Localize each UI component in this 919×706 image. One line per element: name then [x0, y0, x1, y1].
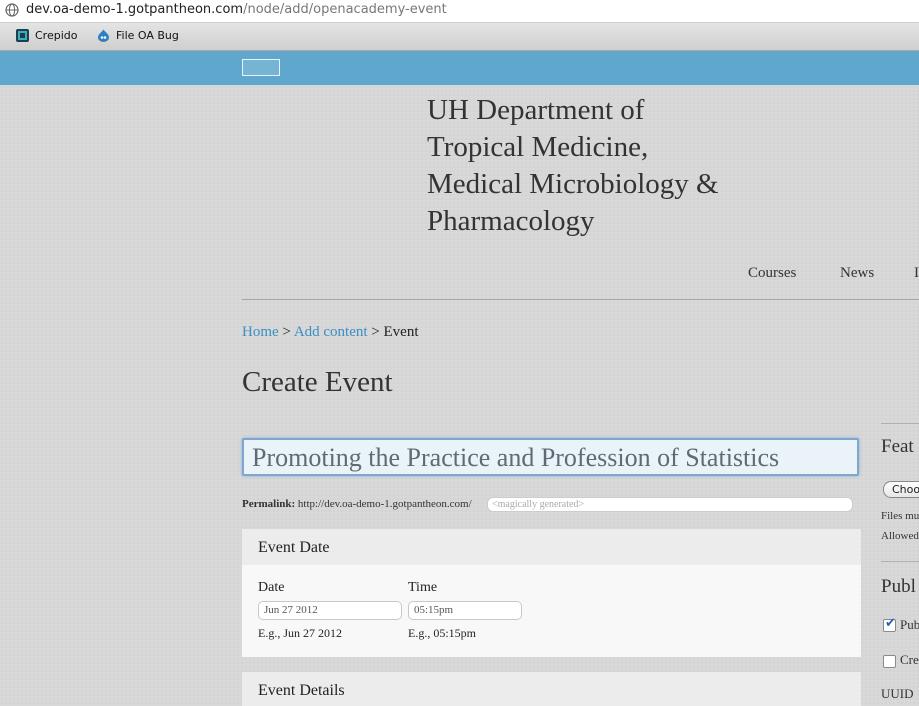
- allowed-note: Allowed: [881, 530, 919, 542]
- published-label: Pub: [900, 617, 919, 632]
- nav-item-news[interactable]: News: [840, 265, 874, 282]
- address-bar[interactable]: dev.oa-demo-1.gotpantheon.com/node/add/o…: [0, 0, 919, 23]
- date-hint: E.g., Jun 27 2012: [258, 626, 342, 640]
- page-title: Create Event: [242, 366, 393, 398]
- published-checkbox[interactable]: ✔: [883, 616, 896, 632]
- publish-heading: Publ: [881, 576, 916, 597]
- search-input[interactable]: [242, 59, 280, 76]
- event-details-panel: Event Details: [242, 672, 861, 706]
- time-input[interactable]: 05:15pm: [408, 601, 522, 620]
- bookmarks-bar: Crepido File OA Bug: [0, 23, 919, 51]
- bookmark-label: File OA Bug: [116, 29, 179, 42]
- choose-file-button[interactable]: Choo: [883, 481, 919, 498]
- site-name[interactable]: UH Department of Tropical Medicine, Medi…: [427, 92, 727, 240]
- crepido-icon: [16, 29, 29, 42]
- sidebar-divider: [881, 423, 919, 424]
- time-label: Time: [408, 580, 438, 595]
- url-path: /node/add/openacademy-event: [243, 2, 447, 17]
- drupal-icon: [97, 29, 110, 42]
- sidebar-divider: [881, 561, 919, 562]
- date-input[interactable]: Jun 27 2012: [258, 601, 402, 620]
- title-input[interactable]: Promoting the Practice and Profession of…: [242, 438, 859, 476]
- breadcrumb-current: Event: [383, 324, 419, 340]
- permalink-base: http://dev.oa-demo-1.gotpantheon.com/: [297, 498, 472, 510]
- top-bar: [0, 51, 919, 85]
- bookmark-label: Crepido: [35, 29, 78, 42]
- breadcrumb-home-link[interactable]: Home: [242, 324, 279, 340]
- time-hint: E.g., 05:15pm: [408, 626, 476, 640]
- uuid-label: UUID: [881, 686, 914, 701]
- bookmark-crepido[interactable]: Crepido: [16, 29, 77, 42]
- bookmark-file-oa-bug[interactable]: File OA Bug: [97, 29, 179, 42]
- files-note: Files mu: [881, 510, 919, 522]
- breadcrumb-separator: >: [367, 324, 384, 340]
- breadcrumb-add-content-link[interactable]: Add content: [294, 324, 368, 340]
- path-alias-input[interactable]: <magically generated>: [487, 497, 853, 512]
- panel-heading: Event Details: [242, 672, 861, 706]
- header-divider: [242, 299, 919, 300]
- breadcrumb: Home > Add content > Event: [242, 324, 419, 341]
- permalink: Permalink: http://dev.oa-demo-1.gotpanth…: [242, 498, 472, 510]
- checkmark-icon: ✔: [885, 616, 896, 631]
- nav-item-more[interactable]: I: [914, 265, 919, 282]
- permalink-label: Permalink:: [242, 498, 296, 510]
- breadcrumb-separator: >: [278, 324, 294, 340]
- featured-image-heading: Feat: [881, 436, 914, 457]
- date-label: Date: [258, 580, 285, 595]
- url-text[interactable]: dev.oa-demo-1.gotpantheon.com/node/add/o…: [26, 2, 447, 17]
- globe-icon: [5, 3, 19, 17]
- panel-heading: Event Date: [242, 529, 861, 565]
- create-label: Cre: [900, 652, 919, 667]
- nav-item-courses[interactable]: Courses: [748, 265, 796, 282]
- url-host: dev.oa-demo-1.gotpantheon.com: [26, 2, 244, 17]
- create-checkbox[interactable]: [883, 655, 896, 668]
